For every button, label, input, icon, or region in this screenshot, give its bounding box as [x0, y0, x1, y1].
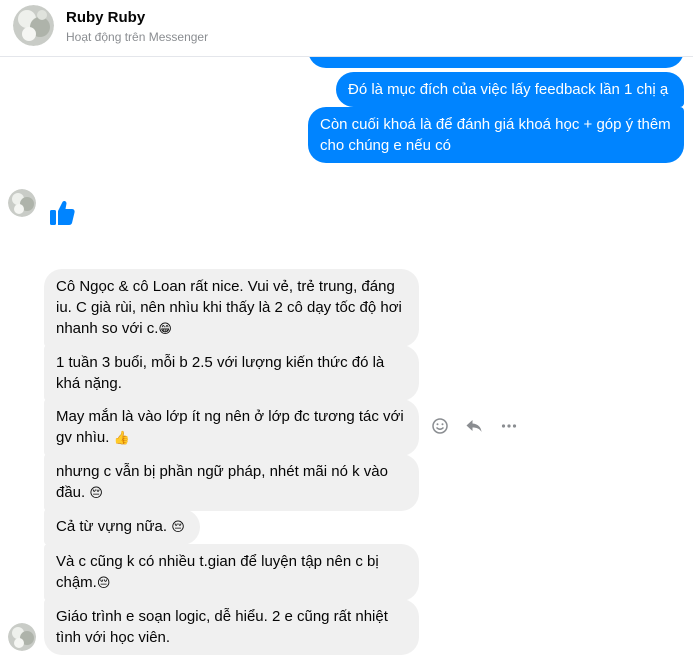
- message-text: Cô Ngọc & cô Loan rất nice. Vui vẻ, trẻ …: [56, 278, 402, 337]
- incoming-message[interactable]: 1 tuần 3 buổi, mỗi b 2.5 với lượng kiến …: [44, 345, 419, 401]
- message-text: May mắn là vào lớp ít ng nên ở lớp đc tư…: [56, 408, 404, 446]
- message-text: Cả từ vựng nữa.: [56, 518, 172, 535]
- pensive-emoji: 😔: [171, 520, 185, 535]
- more-icon[interactable]: [500, 417, 518, 435]
- contact-name[interactable]: Ruby Ruby: [66, 9, 145, 26]
- thumbs-up-emoji: 👍: [113, 431, 130, 446]
- incoming-message[interactable]: Cô Ngọc & cô Loan rất nice. Vui vẻ, trẻ …: [44, 269, 419, 347]
- message-text: Còn cuối khoá là để đánh giá khoá học + …: [320, 116, 671, 154]
- thumbs-up-icon: [50, 200, 75, 225]
- incoming-message[interactable]: May mắn là vào lớp ít ng nên ở lớp đc tư…: [44, 399, 419, 456]
- message-text: 1 tuần 3 buổi, mỗi b 2.5 với lượng kiến …: [56, 354, 385, 392]
- message-text: Giáo trình e soạn logic, dễ hiểu. 2 e cũ…: [56, 608, 388, 646]
- reply-icon[interactable]: [465, 417, 483, 435]
- smiley-icon[interactable]: [431, 417, 449, 435]
- pensive-emoji: 😔: [89, 486, 103, 501]
- message-text: nhưng c vẫn bị phần ngữ pháp, nhét mãi n…: [56, 463, 388, 501]
- outgoing-message[interactable]: Đó là mục đích của việc lấy feedback lần…: [336, 72, 684, 107]
- contact-status: Hoạt động trên Messenger: [66, 30, 209, 44]
- incoming-message[interactable]: nhưng c vẫn bị phần ngữ pháp, nhét mãi n…: [44, 454, 419, 511]
- incoming-message[interactable]: Giáo trình e soạn logic, dễ hiểu. 2 e cũ…: [44, 599, 419, 655]
- outgoing-message[interactable]: Còn cuối khoá là để đánh giá khoá học + …: [308, 107, 684, 163]
- incoming-message[interactable]: Và c cũng k có nhiều t.gian để luyện tập…: [44, 544, 419, 601]
- sender-avatar[interactable]: [8, 189, 36, 217]
- grin-emoji: 😁: [158, 322, 172, 337]
- contact-avatar[interactable]: [13, 5, 54, 46]
- message-text: Đó là mục đích của việc lấy feedback lần…: [348, 81, 669, 98]
- sender-avatar[interactable]: [8, 623, 36, 651]
- incoming-message[interactable]: Cả từ vựng nữa. 😔: [44, 509, 200, 545]
- chat-header: Ruby Ruby Hoạt động trên Messenger: [0, 0, 693, 57]
- pensive-emoji: 😔: [96, 576, 111, 591]
